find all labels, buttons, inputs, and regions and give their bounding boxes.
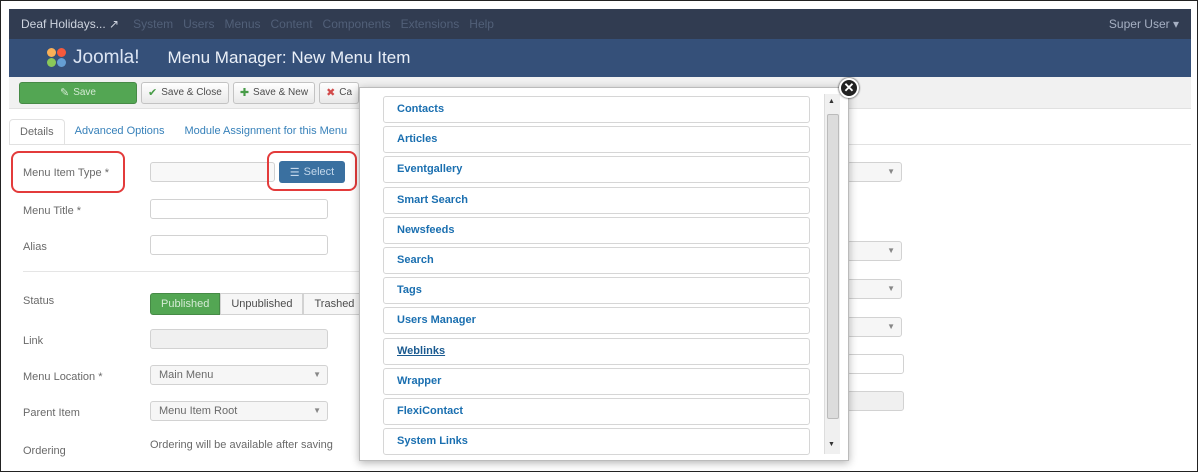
menu-type-modal: Contacts Articles Eventgallery Smart Sea… bbox=[359, 87, 849, 461]
list-item-eventgallery[interactable]: Eventgallery bbox=[383, 156, 810, 184]
list-item-wrapper[interactable]: Wrapper bbox=[383, 367, 810, 395]
scroll-up-icon[interactable]: ▲ bbox=[828, 98, 835, 105]
list-item-smart-search[interactable]: Smart Search bbox=[383, 186, 810, 214]
list-item-articles[interactable]: Articles bbox=[383, 126, 810, 154]
menu-type-list: Contacts Articles Eventgallery Smart Sea… bbox=[383, 96, 810, 458]
list-item-system-links[interactable]: System Links bbox=[383, 428, 810, 456]
list-item-users-manager[interactable]: Users Manager bbox=[383, 307, 810, 335]
list-item-contacts[interactable]: Contacts bbox=[383, 96, 810, 123]
page-frame: Deaf Holidays... ↗ System Users Menus Co… bbox=[0, 0, 1198, 472]
list-item-newsfeeds[interactable]: Newsfeeds bbox=[383, 216, 810, 244]
close-icon[interactable]: ✕ bbox=[839, 78, 859, 98]
modal-scrollbar[interactable]: ▲ ▼ bbox=[824, 94, 840, 454]
list-item-flexicontact[interactable]: FlexiContact bbox=[383, 397, 810, 425]
list-item-tags[interactable]: Tags bbox=[383, 277, 810, 305]
scroll-down-icon[interactable]: ▼ bbox=[828, 441, 835, 448]
list-item-weblinks[interactable]: Weblinks bbox=[383, 337, 810, 365]
scrollbar-thumb[interactable] bbox=[827, 114, 839, 419]
list-item-search[interactable]: Search bbox=[383, 246, 810, 274]
